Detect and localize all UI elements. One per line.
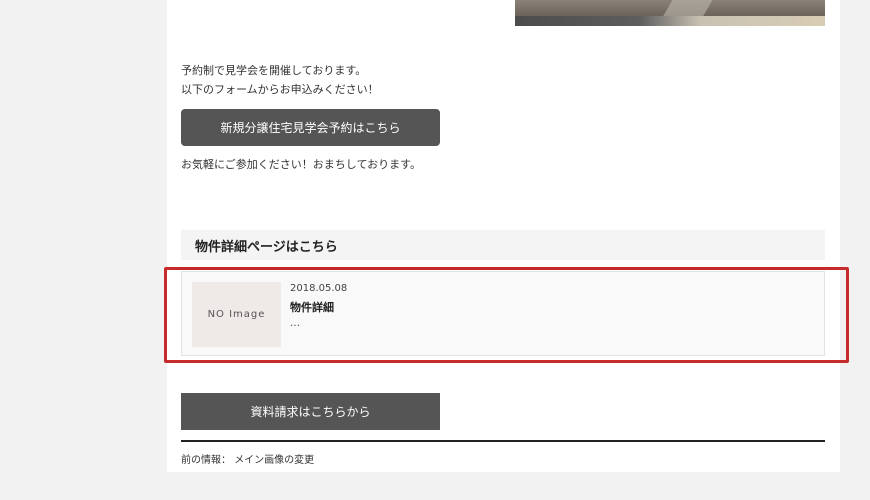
prev-post-link[interactable]: メイン画像の変更	[234, 455, 314, 466]
brochure-request-button[interactable]: 資料請求はこちらから	[181, 393, 440, 430]
reservation-button[interactable]: 新規分譲住宅見学会予約はこちら	[181, 109, 440, 146]
welcome-text: お気軽にご参加ください！おまちしております。	[181, 158, 422, 171]
section-heading-title: 物件詳細ページはこちら	[195, 239, 338, 255]
hero-photo-road	[515, 16, 825, 26]
hero-photo	[515, 0, 825, 26]
intro-line-2: 以下のフォームからお申込みください！	[181, 83, 379, 96]
divider	[181, 440, 825, 442]
prev-post-label: 前の情報：	[181, 455, 231, 466]
highlight-annotation	[164, 267, 849, 363]
section-heading: 物件詳細ページはこちら	[181, 230, 825, 260]
intro-line-1: 予約制で見学会を開催しております。	[181, 64, 367, 77]
prev-post-nav: 前の情報： メイン画像の変更	[181, 451, 314, 466]
